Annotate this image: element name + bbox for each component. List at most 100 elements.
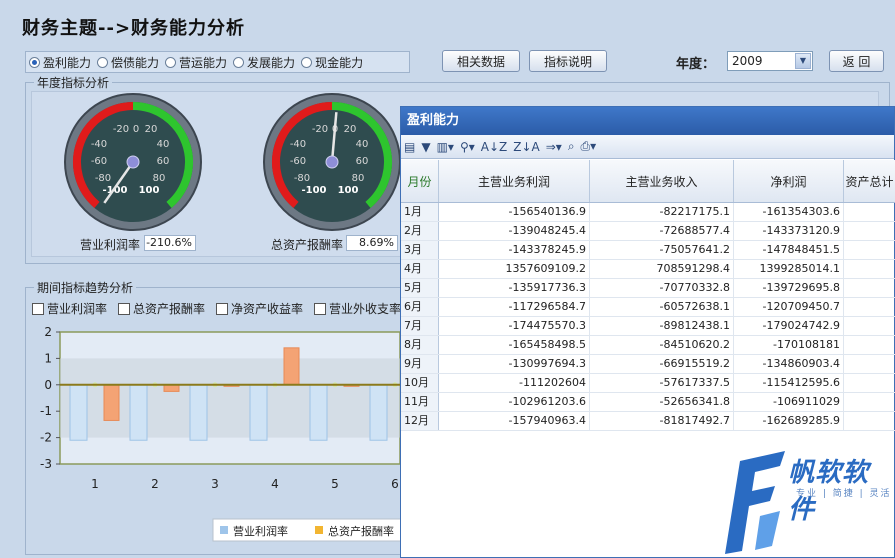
- back-button[interactable]: 返 回: [829, 50, 884, 72]
- radio-option[interactable]: 发展能力: [233, 54, 295, 71]
- gauge-tick-label: 0: [133, 124, 139, 135]
- table-cell: -120709450.7: [734, 298, 844, 316]
- year-label: 年度：: [676, 57, 716, 72]
- radio-label: 发展能力: [247, 55, 296, 70]
- toolbar-tool-icon[interactable]: A↓Z: [481, 140, 507, 154]
- gauge-hub: [126, 155, 140, 169]
- table-cell: [844, 260, 895, 278]
- gauge-tick-label: 60: [356, 156, 369, 167]
- table-cell: -139729695.8: [734, 279, 844, 297]
- row-month-cell: 12月: [401, 412, 439, 430]
- related-data-button[interactable]: 相关数据: [442, 50, 520, 72]
- radio-dot-icon[interactable]: [29, 56, 40, 68]
- return-on-assets-gauge: -20020-4040-6060-8080-100100: [263, 93, 401, 231]
- table-row[interactable]: 4月 1357609109.2 708591298.4 1399285014.1: [401, 260, 895, 279]
- checkbox-label: 营业外收支率: [329, 302, 402, 316]
- radio-dot-icon[interactable]: [301, 56, 313, 68]
- table-row[interactable]: 2月 -139048245.4 -72688577.4 -143373120.9: [401, 222, 895, 241]
- row-month-cell: 3月: [401, 241, 439, 259]
- table-cell: -111202604: [439, 374, 590, 392]
- table-cell: -115412595.6: [734, 374, 844, 392]
- table-row[interactable]: 1月 -156540136.9 -82217175.1 -161354303.6: [401, 203, 895, 222]
- toolbar-tool-icon[interactable]: ⚲▾: [460, 140, 475, 154]
- grid-column-header[interactable]: 月份: [401, 160, 439, 202]
- toolbar-tool-icon[interactable]: ▤: [404, 140, 415, 154]
- radio-option[interactable]: 现金能力: [301, 54, 363, 71]
- table-row[interactable]: 5月 -135917736.3 -70770332.8 -139729695.8: [401, 279, 895, 298]
- grid-column-header[interactable]: 资产总计: [844, 160, 895, 202]
- toolbar-tool-icon[interactable]: Z↓A: [513, 140, 539, 154]
- gauge-tick-label: -60: [91, 156, 107, 167]
- popup-toolbar: ▤ ▼ ▥▾ ⚲▾ A↓Z Z↓A ⇒▾ ⌕ ⎙▾: [401, 135, 894, 159]
- grid-column-header[interactable]: 主营业务利润: [439, 160, 590, 202]
- bar-profit-margin: [69, 384, 88, 441]
- table-cell: -165458498.5: [439, 336, 590, 354]
- x-tick-label: 6: [391, 477, 399, 491]
- toolbar-tool-icon[interactable]: ⇒▾: [546, 140, 562, 154]
- x-tick-label: 4: [271, 477, 279, 491]
- table-cell: [844, 374, 895, 392]
- table-row[interactable]: 12月 -157940963.4 -81817492.7 -162689285.9: [401, 412, 895, 431]
- indicator-checkbox[interactable]: 总资产报酬率: [118, 300, 205, 317]
- trend-section-legend: 期间指标趋势分析: [34, 279, 137, 296]
- table-cell: -66915519.2: [590, 355, 734, 373]
- chevron-down-icon[interactable]: ▼: [795, 53, 811, 69]
- toolbar-tool-icon[interactable]: ▥▾: [437, 140, 454, 154]
- gauge-tick-label: -80: [294, 173, 310, 184]
- checkbox-icon[interactable]: [118, 302, 131, 315]
- checkbox-icon[interactable]: [216, 302, 229, 315]
- radio-option[interactable]: 营运能力: [165, 54, 227, 71]
- table-cell: -135917736.3: [439, 279, 590, 297]
- table-cell: [844, 222, 895, 240]
- indicator-checkbox[interactable]: 营业外收支率: [314, 300, 401, 317]
- grid-column-header[interactable]: 净利润: [734, 160, 844, 202]
- table-row[interactable]: 3月 -143378245.9 -75057641.2 -147848451.5: [401, 241, 895, 260]
- popup-title: 盈利能力: [401, 107, 894, 135]
- radio-label: 现金能力: [315, 55, 364, 70]
- indicator-explain-button[interactable]: 指标说明: [529, 50, 607, 72]
- gauge-tick-label: -100: [301, 185, 326, 196]
- y-tick-label: 0: [44, 378, 52, 392]
- checkbox-icon[interactable]: [314, 302, 327, 315]
- table-row[interactable]: 10月 -111202604 -57617337.5 -115412595.6: [401, 374, 895, 393]
- indicator-checkbox[interactable]: 净资产收益率: [216, 300, 303, 317]
- radio-option[interactable]: 偿债能力: [97, 54, 159, 71]
- table-cell: 1357609109.2: [439, 260, 590, 278]
- table-row[interactable]: 8月 -165458498.5 -84510620.2 -170108181: [401, 336, 895, 355]
- toolbar-tool-icon[interactable]: ⌕: [568, 139, 575, 154]
- logo-tagline: 专业 | 简捷 | 灵活: [796, 489, 892, 499]
- table-cell: [844, 298, 895, 316]
- gauge-caption: 总资产报酬率: [271, 238, 344, 252]
- table-cell: -89812438.1: [590, 317, 734, 335]
- gauge-tick-label: -20: [113, 124, 129, 135]
- gauge-hub: [325, 155, 339, 169]
- table-cell: -147848451.5: [734, 241, 844, 259]
- y-tick-label: 1: [44, 351, 52, 365]
- radio-option[interactable]: 盈利能力: [29, 54, 91, 71]
- table-row[interactable]: 9月 -130997694.3 -66915519.2 -134860903.4: [401, 355, 895, 374]
- toolbar-tool-icon[interactable]: ⎙▾: [581, 139, 597, 154]
- page-title: 财务主题-->财务能力分析: [22, 18, 246, 39]
- bar-return-on-assets: [103, 384, 120, 421]
- radio-dot-icon[interactable]: [165, 56, 177, 68]
- table-row[interactable]: 7月 -174475570.3 -89812438.1 -179024742.9: [401, 317, 895, 336]
- toolbar-tool-icon[interactable]: ▼: [421, 140, 430, 154]
- logo-icon: [725, 451, 785, 554]
- table-cell: [844, 336, 895, 354]
- bar-profit-margin: [189, 384, 208, 441]
- indicator-checkbox[interactable]: 营业利润率: [32, 300, 107, 317]
- radio-dot-icon[interactable]: [97, 56, 109, 68]
- grid-column-header[interactable]: 主营业务收入: [590, 160, 734, 202]
- table-cell: -157940963.4: [439, 412, 590, 430]
- radio-dot-icon[interactable]: [233, 56, 245, 68]
- checkbox-icon[interactable]: [32, 302, 44, 315]
- table-row[interactable]: 6月 -117296584.7 -60572638.1 -120709450.7: [401, 298, 895, 317]
- ability-radio-group: 盈利能力 偿债能力 营运能力 发展能力 现金能力: [25, 51, 410, 73]
- table-row[interactable]: 11月 -102961203.6 -52656341.8 -106911029: [401, 393, 895, 412]
- indicator-checkbox-row: 营业利润率 总资产报酬率 净资产收益率 营业外收支率: [32, 300, 412, 317]
- gauge-tick-label: -20: [312, 124, 328, 135]
- table-cell: -161354303.6: [734, 203, 844, 221]
- year-select[interactable]: 2009 ▼: [727, 51, 813, 71]
- gauge-tick-label: 60: [157, 156, 170, 167]
- grid-header: 月份 主营业务利润 主营业务收入 净利润 资产总计: [401, 160, 895, 203]
